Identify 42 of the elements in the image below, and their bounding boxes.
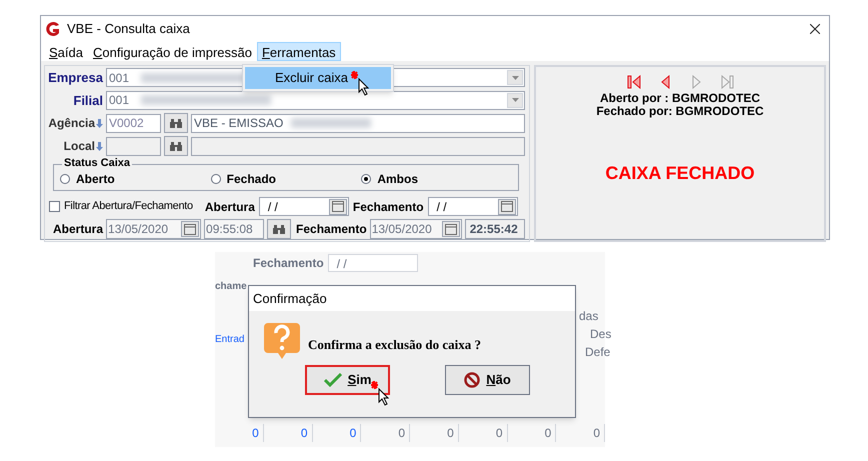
- table-cell: 0: [215, 424, 264, 442]
- dialog-title: Confirmação: [253, 290, 327, 308]
- radio-label: Aberto: [76, 171, 115, 188]
- table-cell: 0: [361, 424, 410, 442]
- table-cell: 0: [264, 424, 312, 442]
- field-label: Filial: [72, 92, 103, 110]
- field-value: 001: [108, 92, 130, 110]
- field-label: chame: [215, 280, 247, 294]
- link-text: Entrad: [215, 333, 244, 347]
- time-display: 22:55:42: [464, 219, 525, 239]
- closed-by-text: Fechado por: BGMRODOTEC: [596, 105, 764, 118]
- field-value: / /: [436, 198, 447, 216]
- column-header: das: [579, 308, 598, 325]
- opened-by-text: Aberto por : BGMRODOTEC: [600, 92, 760, 105]
- table-cell: 0: [458, 424, 508, 442]
- button-label: Sim: [348, 371, 372, 390]
- field-value: 13/05/2020: [108, 221, 168, 238]
- table-cell: 0: [556, 424, 605, 442]
- field-value: 13/05/2020: [372, 221, 432, 238]
- field-label: Fechamento: [296, 221, 367, 238]
- field-label: Abertura: [204, 198, 255, 216]
- table-cell: 0: [312, 424, 362, 442]
- table-cell: 0: [508, 424, 556, 442]
- field-label: Abertura: [53, 221, 104, 238]
- checkbox-label: Filtrar Abertura/Fechamento: [64, 199, 193, 214]
- field-label: Agência: [48, 115, 95, 132]
- status-text: CAIXA FECHADO: [605, 162, 755, 185]
- table-cell: 0: [410, 424, 459, 442]
- column-header: Defe: [585, 344, 610, 361]
- field-value: 001: [108, 70, 130, 87]
- field-value: / /: [268, 198, 278, 216]
- field-label: Local: [64, 138, 95, 155]
- dialog-message: Confirma a exclusão do caixa ?: [308, 336, 481, 354]
- date-field: / /: [328, 254, 418, 272]
- field-label: Fechamento: [253, 255, 324, 272]
- radio-label: Fechado: [226, 171, 276, 188]
- button-label: Não: [486, 371, 511, 390]
- column-header: Des: [590, 326, 612, 343]
- radio-label: Ambos: [377, 171, 418, 188]
- field-label: Fechamento: [352, 198, 424, 216]
- field-label: Empresa: [47, 69, 103, 87]
- window-title: VBE - Consulta caixa: [67, 20, 190, 38]
